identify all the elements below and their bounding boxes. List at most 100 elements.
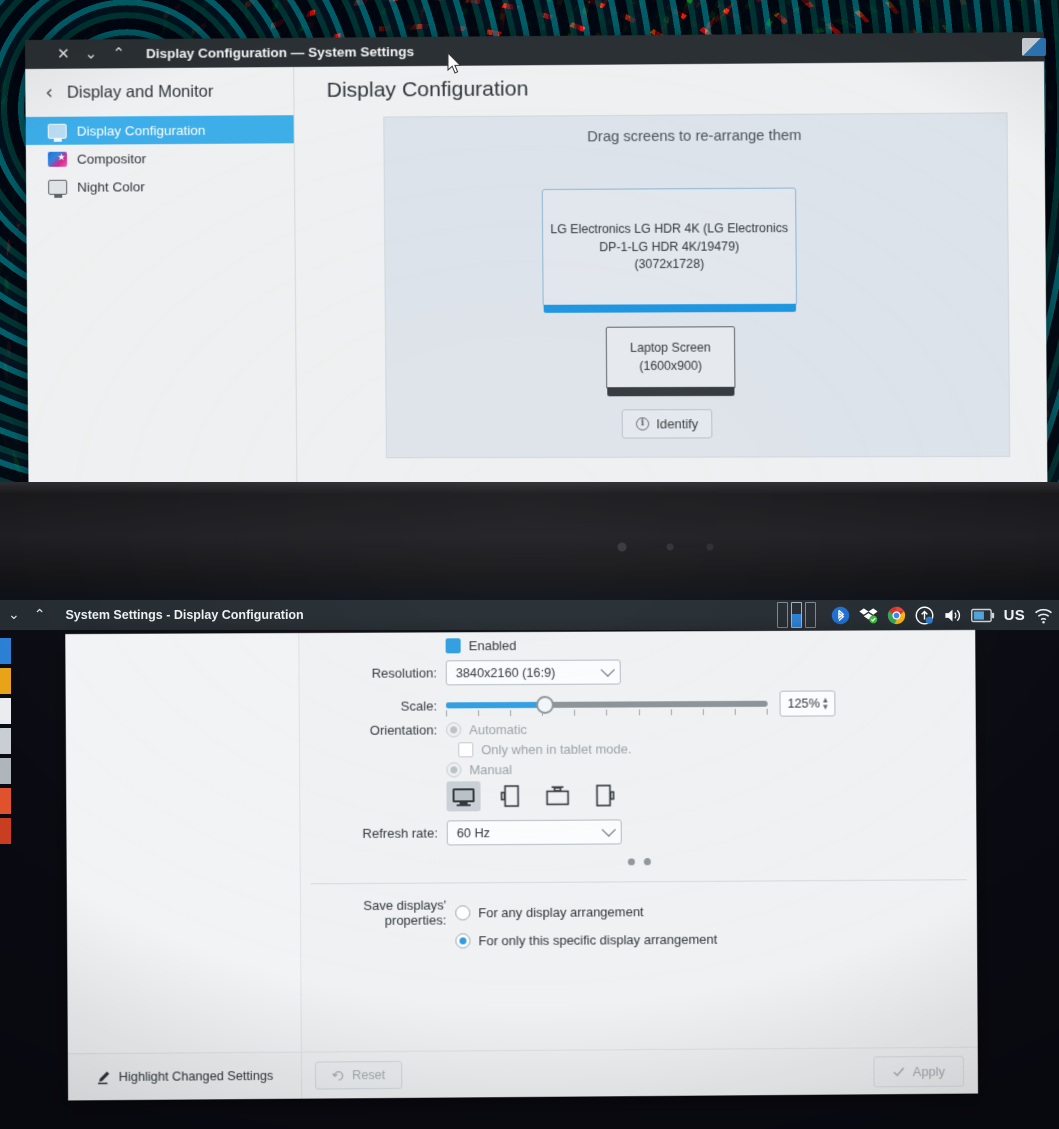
orientation-buttons-row [300,778,976,812]
taskbar-window-title[interactable]: System Settings - Display Configuration [65,608,303,622]
enabled-label: Enabled [469,638,517,653]
refresh-rate-value: 60 Hz [457,826,490,840]
application-dock[interactable] [0,630,13,1129]
save-specific-arrangement-label: For only this specific display arrangeme… [478,932,717,949]
dock-icon-app-grey[interactable] [0,728,11,754]
volume-icon[interactable] [943,606,962,625]
orientation-automatic-radio[interactable] [446,722,461,737]
orientation-button-group [446,780,621,811]
slider-handle[interactable] [536,696,554,714]
virtual-desktop-pager[interactable] [777,602,816,628]
chrome-icon[interactable] [887,606,906,625]
reset-button[interactable]: Reset [315,1061,403,1090]
scale-row: Scale: 125% ▲ ▼ [300,690,976,719]
save-any-arrangement-label: For any display arrangement [478,904,643,920]
scale-value: 125% [788,697,820,711]
compositor-icon [48,151,67,166]
refresh-rate-select[interactable]: 60 Hz [447,819,622,845]
highlight-changed-settings-button[interactable]: Highlight Changed Settings [68,1053,302,1101]
orientation-manual-radio[interactable] [446,762,461,777]
landscape-icon[interactable] [446,781,480,811]
photographed-desk-scene: ✕ ⌄ ⌃ Display Configuration — System Set… [0,0,1059,1129]
sidebar-item-night-color[interactable]: Night Color [26,171,294,201]
orientation-label: Orientation: [300,722,446,738]
expand-icon[interactable]: ⌃ [34,607,46,623]
dock-icon-app-blue[interactable] [0,638,11,664]
battery-icon[interactable] [971,608,995,623]
scale-spinbox[interactable]: 125% ▲ ▼ [779,690,835,716]
bluetooth-icon[interactable] [831,606,850,625]
orientation-automatic-label: Automatic [469,722,527,737]
screen-tile-laptop[interactable]: Laptop Screen (1600x900) [606,326,736,389]
external-screen-tray-icon[interactable] [1022,38,1046,56]
page-dot-2[interactable] [644,858,651,865]
keyboard-layout-indicator[interactable]: us [1004,607,1025,624]
reset-button-label: Reset [352,1068,385,1082]
orientation-manual-label: Manual [469,762,512,777]
apply-button[interactable]: Apply [874,1055,964,1087]
system-settings-window-laptop: Enabled Resolution: 3840x2160 (16:9) Sca… [65,630,978,1101]
sidebar-item-label: Display Configuration [77,122,206,138]
minimize-icon[interactable]: ⌄ [85,46,98,61]
screen-name-line1: LG Electronics LG HDR 4K (LG Electronics [550,220,788,239]
save-specific-arrangement-radio[interactable] [455,933,470,948]
dock-icon-app-orange[interactable] [0,668,11,694]
collapse-icon[interactable]: ⌄ [8,607,20,623]
scale-slider[interactable] [446,693,768,717]
sidebar-header[interactable]: ‹ Display and Monitor [25,67,293,117]
page-title: Display Configuration [326,74,1019,103]
orientation-automatic-row: Orientation: Automatic [300,720,976,739]
portrait-left-icon[interactable] [493,781,527,811]
sidebar-category-label: Display and Monitor [67,82,213,102]
dock-icon-app-grey2[interactable] [0,758,11,784]
chevron-down-icon [602,822,616,836]
scale-label: Scale: [300,698,446,714]
wifi-icon[interactable] [1034,606,1053,625]
identify-button[interactable]: i Identify [622,409,713,438]
info-icon: i [636,417,649,430]
resolution-label: Resolution: [299,665,445,681]
refresh-rate-label: Refresh rate: [300,825,446,841]
check-icon [893,1065,906,1078]
landscape-flipped-icon[interactable] [540,781,574,811]
pager-desktop-1[interactable] [777,602,788,628]
pager-desktop-2[interactable] [791,602,802,628]
dock-icon-app-white[interactable] [0,698,11,724]
resolution-select[interactable]: 3840x2160 (16:9) [446,660,621,686]
screen-resolution: (1600x900) [639,358,702,376]
close-icon[interactable]: ✕ [57,47,70,62]
settings-content-external: Display Configuration Drag screens to re… [294,61,1047,489]
undo-icon [332,1069,345,1082]
software-update-icon[interactable] [915,606,934,625]
system-tray: us [777,600,1057,630]
sidebar-item-compositor[interactable]: Compositor [26,143,294,173]
tablet-mode-spacer [300,750,446,751]
enabled-checkbox[interactable] [446,638,461,653]
dock-icon-app-red2[interactable] [0,818,11,844]
sidebar-item-label: Compositor [77,151,146,166]
display-settings-form: Enabled Resolution: 3840x2160 (16:9) Sca… [299,630,977,1052]
display-arrangement-canvas[interactable]: Drag screens to re-arrange them LG Elect… [383,112,1010,458]
enabled-row: Enabled [299,636,975,654]
resolution-row: Resolution: 3840x2160 (16:9) [299,658,975,686]
highlight-changed-settings-label: Highlight Changed Settings [119,1069,273,1084]
portrait-right-icon[interactable] [587,780,621,810]
slider-fill [446,702,544,708]
save-any-arrangement-radio[interactable] [455,905,470,920]
slider-ticks [446,709,768,717]
sidebar-item-display-configuration[interactable]: Display Configuration [26,115,294,145]
pager-desktop-3[interactable] [805,602,816,628]
dropbox-icon[interactable] [859,606,878,625]
manual-spacer [300,770,446,771]
window-footer: Highlight Changed Settings Reset Apply [68,1047,978,1101]
spinner-arrows-icon[interactable]: ▲ ▼ [821,696,829,710]
window-title: Display Configuration — System Settings [146,44,414,61]
dock-icon-app-red[interactable] [0,788,11,814]
maximize-icon[interactable]: ⌃ [112,46,125,61]
pagination-dots[interactable] [301,856,977,867]
screen-tile-external-monitor[interactable]: LG Electronics LG HDR 4K (LG Electronics… [542,188,797,307]
tablet-mode-checkbox[interactable] [458,742,473,757]
arrangement-hint: Drag screens to re-arrange them [384,113,1006,146]
page-dot-1[interactable] [628,858,635,865]
back-arrow-icon[interactable]: ‹ [45,82,53,104]
